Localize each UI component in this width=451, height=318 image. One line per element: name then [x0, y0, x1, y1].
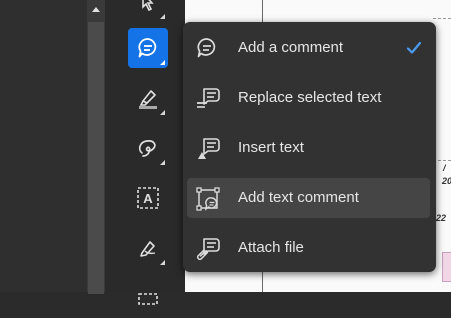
select-arrow-icon	[142, 0, 154, 12]
highlight-tool-button[interactable]	[128, 78, 168, 118]
table-rule	[433, 18, 451, 19]
submenu-indicator	[160, 260, 165, 265]
checkmark-icon	[406, 41, 422, 54]
comment-toolbar: A	[105, 0, 185, 305]
chevron-up-icon	[92, 7, 100, 12]
replace-text-icon	[197, 88, 220, 108]
document-navigation-pane	[0, 0, 88, 292]
form-field	[442, 252, 451, 282]
menu-item-label: Insert text	[238, 139, 304, 156]
submenu-indicator	[160, 14, 165, 19]
insert-text-icon	[198, 138, 220, 159]
stamp-tool-button[interactable]	[128, 278, 168, 318]
text-comment-icon	[196, 187, 220, 211]
submenu-indicator	[160, 60, 165, 65]
table-cell: 20	[442, 176, 451, 186]
signature-tool-button[interactable]	[128, 228, 168, 268]
text-box-icon: A	[137, 187, 159, 209]
scrollbar-thumb[interactable]	[88, 22, 104, 294]
signature-pen-icon	[140, 241, 156, 257]
stamp-icon	[138, 293, 158, 305]
comment-tool-button[interactable]	[128, 28, 168, 68]
select-tool-button[interactable]	[128, 0, 168, 22]
attach-file-icon	[196, 238, 220, 261]
menu-item-insert-text[interactable]: Insert text	[187, 128, 430, 168]
comment-tool-menu: Add a comment Replace selected text Inse…	[183, 22, 436, 272]
text-box-tool-button[interactable]: A	[128, 178, 168, 218]
menu-item-label: Add a comment	[238, 39, 344, 56]
draw-tool-button[interactable]	[128, 128, 168, 168]
freehand-draw-icon	[138, 140, 156, 157]
menu-item-label: Add text comment	[238, 189, 359, 206]
text-box-glyph: A	[143, 191, 153, 206]
menu-item-label: Replace selected text	[238, 89, 382, 106]
submenu-indicator	[160, 110, 165, 115]
table-cell: 22	[436, 213, 447, 223]
comment-icon	[138, 38, 157, 58]
submenu-indicator	[160, 160, 165, 165]
menu-item-add-text-comment[interactable]: Add text comment	[187, 178, 430, 218]
comment-icon	[197, 38, 216, 58]
scroll-up-button[interactable]	[87, 0, 105, 20]
menu-item-label: Attach file	[238, 239, 304, 256]
menu-item-add-comment[interactable]: Add a comment	[187, 28, 430, 68]
menu-item-replace-selected-text[interactable]: Replace selected text	[187, 78, 430, 118]
table-cell: /	[443, 163, 446, 173]
highlighter-icon	[139, 90, 157, 109]
menu-item-attach-file[interactable]: Attach file	[187, 228, 430, 268]
